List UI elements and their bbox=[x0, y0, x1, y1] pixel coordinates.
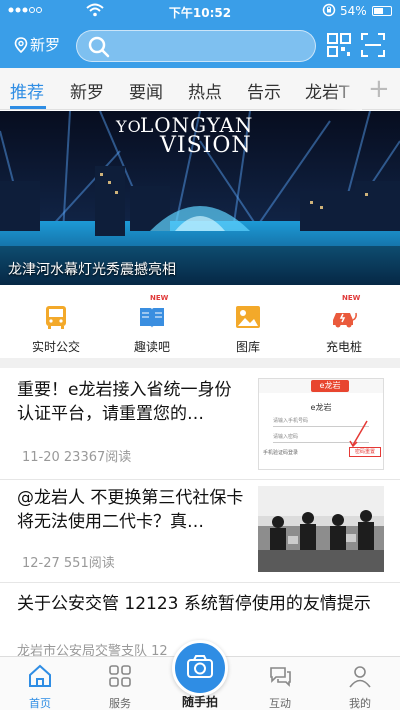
qr-code-icon bbox=[327, 33, 351, 57]
banner-carousel[interactable]: LONGYAN YO VISION 龙津河水幕灯光秀震撼亮相 bbox=[0, 111, 400, 285]
tab-services[interactable]: 服务 bbox=[80, 663, 160, 710]
location-pin-icon bbox=[14, 36, 28, 53]
user-icon bbox=[349, 666, 371, 688]
new-badge: NEW bbox=[342, 294, 361, 302]
search-icon bbox=[88, 36, 110, 58]
thumb-office-photo bbox=[258, 486, 384, 572]
section-divider bbox=[0, 358, 400, 368]
status-bar: 下午10:52 54% bbox=[0, 0, 400, 22]
tab-news[interactable]: 要闻 bbox=[129, 78, 163, 103]
location-selector[interactable]: 新罗 bbox=[14, 34, 60, 55]
search-row: 新罗 bbox=[0, 28, 400, 64]
add-tab-button[interactable]: + bbox=[368, 74, 390, 104]
tab-label: 服务 bbox=[109, 697, 131, 710]
news-item[interactable]: @龙岩人 不更换第三代社保卡将无法使用二代卡？真… 12-27 551阅读 bbox=[0, 480, 400, 583]
home-icon bbox=[29, 664, 51, 687]
news-title: 重要！e龙岩接入省统一身份认证平台，请重置您的… bbox=[17, 380, 232, 424]
battery-icon bbox=[372, 6, 392, 16]
ev-charging-icon bbox=[333, 312, 357, 328]
grid-icon bbox=[109, 665, 131, 687]
quick-link-label: 充电桩 bbox=[325, 340, 362, 354]
news-meta: 11-20 23367阅读 bbox=[22, 450, 132, 465]
scan-button[interactable] bbox=[360, 32, 388, 60]
news-item[interactable]: 重要！e龙岩接入省统一身份认证平台，请重置您的… 11-20 23367阅读 e… bbox=[0, 368, 400, 480]
news-title: @龙岩人 不更换第三代社保卡将无法使用二代卡？真… bbox=[17, 488, 244, 532]
tab-label: 互动 bbox=[269, 697, 291, 710]
tab-me[interactable]: 我的 bbox=[320, 663, 400, 710]
snapshot-button[interactable] bbox=[172, 640, 228, 696]
quick-link-gallery[interactable]: 图库 bbox=[198, 294, 298, 354]
quick-link-ev-charging[interactable]: NEW 充电桩 bbox=[294, 294, 394, 354]
thumb-app-name: e龙岩 bbox=[310, 403, 332, 412]
category-tabs: 推荐 新罗 要闻 热点 告示 龙岩T + bbox=[0, 68, 400, 110]
tab-label: 我的 bbox=[349, 697, 371, 710]
news-title: 关于公安交管 12123 系统暂停使用的友情提示 bbox=[17, 594, 371, 614]
quick-link-label: 趣读吧 bbox=[133, 340, 170, 354]
news-thumbnail bbox=[258, 486, 384, 572]
quick-link-bus[interactable]: 实时公交 bbox=[6, 294, 106, 354]
tab-notice[interactable]: 告示 bbox=[247, 78, 281, 103]
banner-title-prefix: YO bbox=[116, 117, 142, 136]
qr-code-button[interactable] bbox=[326, 32, 354, 60]
thumb-arrow bbox=[349, 420, 368, 448]
quick-link-label: 实时公交 bbox=[31, 340, 80, 354]
tab-home[interactable]: 首页 bbox=[0, 663, 80, 710]
tab-xinluo[interactable]: 新罗 bbox=[70, 78, 104, 103]
tab-recommend[interactable]: 推荐 bbox=[10, 78, 44, 103]
quick-links: 实时公交 NEW 趣读吧 图库 NEW 充电桩 bbox=[0, 286, 400, 356]
new-badge: NEW bbox=[150, 294, 169, 302]
tab-label: 首页 bbox=[29, 697, 51, 710]
rotation-lock-icon bbox=[322, 3, 336, 20]
image-icon bbox=[236, 306, 260, 328]
location-label: 新罗 bbox=[30, 36, 61, 54]
quick-link-label: 图库 bbox=[235, 340, 260, 354]
quick-link-reading[interactable]: NEW 趣读吧 bbox=[102, 294, 202, 354]
search-input[interactable] bbox=[76, 30, 316, 62]
book-icon bbox=[140, 308, 164, 328]
thumb-sms-login: 手机验证码登录 bbox=[263, 450, 299, 456]
banner-title-line2: VISION bbox=[160, 133, 252, 158]
scan-icon bbox=[361, 33, 385, 57]
tab-fade bbox=[332, 68, 362, 110]
news-thumbnail: e龙岩 e龙岩 请输入手机号码 请输入密码 手机验证码登录 密码重置 bbox=[258, 378, 384, 470]
news-meta: 12-27 551阅读 bbox=[22, 556, 115, 571]
tab-hot[interactable]: 热点 bbox=[188, 78, 222, 103]
chat-icon bbox=[270, 667, 291, 687]
tab-active-indicator bbox=[10, 106, 46, 109]
banner-caption: 龙津河水幕灯光秀震撼亮相 bbox=[8, 262, 176, 278]
camera-icon bbox=[187, 655, 213, 678]
bus-icon bbox=[46, 306, 66, 329]
thumb-logo: e龙岩 bbox=[311, 380, 349, 392]
snapshot-label: 随手拍 bbox=[181, 695, 218, 709]
tab-interact[interactable]: 互动 bbox=[240, 663, 320, 710]
battery-percent: 54% bbox=[340, 4, 367, 18]
